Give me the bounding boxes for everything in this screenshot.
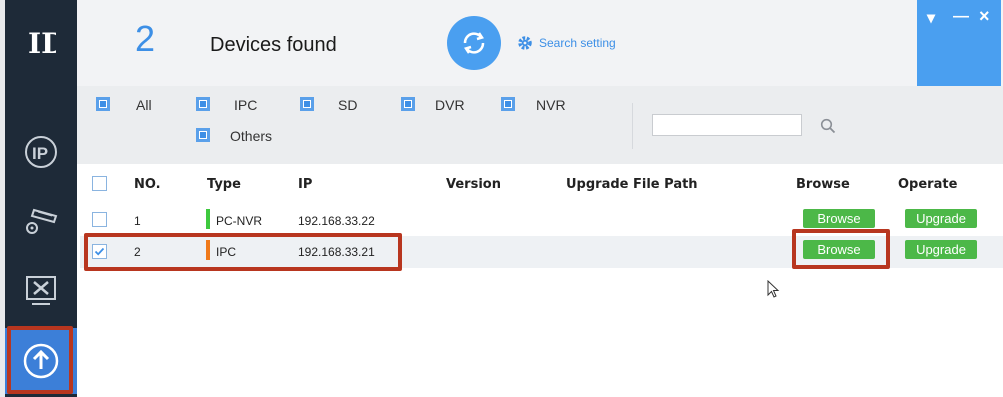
camera-settings-icon bbox=[26, 208, 58, 234]
search-icon[interactable] bbox=[820, 118, 836, 139]
main-panel: 2 Devices found Search setting ▾ — × bbox=[77, 0, 1003, 397]
refresh-icon bbox=[463, 32, 485, 54]
column-header-operate: Operate bbox=[898, 177, 958, 192]
filter-all-checkbox[interactable] bbox=[96, 97, 110, 111]
gear-icon bbox=[518, 36, 532, 50]
logo-icon: ID bbox=[28, 27, 56, 59]
mouse-cursor bbox=[767, 279, 781, 305]
filter-others-label: Others bbox=[230, 128, 273, 144]
highlight-box-browse bbox=[792, 229, 890, 269]
cursor-arrow-icon bbox=[767, 279, 780, 298]
type-color-bar bbox=[206, 209, 210, 229]
app-logo: ID bbox=[5, 22, 77, 62]
row-type: PC-NVR bbox=[216, 214, 263, 228]
svg-text:ID: ID bbox=[28, 27, 56, 59]
column-header-upgrade-file-path: Upgrade File Path bbox=[566, 177, 698, 192]
filter-divider bbox=[632, 103, 633, 149]
highlight-box-row bbox=[84, 233, 402, 271]
header: 2 Devices found Search setting ▾ — × bbox=[77, 0, 1003, 86]
search-input[interactable] bbox=[652, 114, 802, 136]
sidebar-item-ip[interactable]: IP bbox=[5, 130, 77, 174]
ip-icon: IP bbox=[25, 136, 57, 168]
row-ip: 192.168.33.22 bbox=[298, 214, 375, 228]
close-icon[interactable]: × bbox=[979, 6, 990, 27]
sidebar-item-tools[interactable] bbox=[5, 268, 77, 312]
page-title: Devices found bbox=[210, 34, 337, 56]
sidebar-item-device-config[interactable] bbox=[5, 198, 77, 242]
column-header-ip: IP bbox=[298, 177, 313, 192]
filter-sd-label: SD bbox=[338, 97, 358, 113]
minimize-icon[interactable]: — bbox=[953, 8, 969, 26]
filter-others-checkbox[interactable] bbox=[196, 128, 210, 142]
select-all-checkbox[interactable] bbox=[92, 176, 107, 191]
tools-icon bbox=[26, 276, 56, 305]
svg-text:IP: IP bbox=[32, 144, 48, 163]
browse-button[interactable]: Browse bbox=[803, 209, 875, 228]
upgrade-button[interactable]: Upgrade bbox=[905, 209, 977, 228]
column-header-browse: Browse bbox=[796, 177, 850, 192]
menu-dropdown-icon[interactable]: ▾ bbox=[927, 8, 935, 28]
column-header-no: NO. bbox=[134, 177, 161, 192]
filter-ipc-label: IPC bbox=[234, 97, 258, 113]
search-setting-label: Search setting bbox=[539, 36, 616, 50]
filter-all-label: All bbox=[136, 97, 152, 113]
filter-dvr-checkbox[interactable] bbox=[401, 97, 415, 111]
filter-nvr-label: NVR bbox=[536, 97, 566, 113]
row-checkbox[interactable] bbox=[92, 212, 107, 227]
row-no: 1 bbox=[134, 214, 141, 228]
highlight-box-sidebar bbox=[7, 326, 73, 394]
filter-nvr-checkbox[interactable] bbox=[501, 97, 515, 111]
refresh-button[interactable] bbox=[447, 16, 501, 70]
column-header-version: Version bbox=[446, 177, 501, 192]
device-count: 2 bbox=[135, 18, 156, 59]
window-controls: ▾ — × bbox=[917, 0, 1001, 86]
filter-sd-checkbox[interactable] bbox=[300, 97, 314, 111]
search-setting-link[interactable]: Search setting bbox=[517, 35, 616, 51]
column-header-type: Type bbox=[207, 177, 241, 192]
filter-ipc-checkbox[interactable] bbox=[196, 97, 210, 111]
upgrade-button[interactable]: Upgrade bbox=[905, 240, 977, 259]
filter-dvr-label: DVR bbox=[435, 97, 465, 113]
